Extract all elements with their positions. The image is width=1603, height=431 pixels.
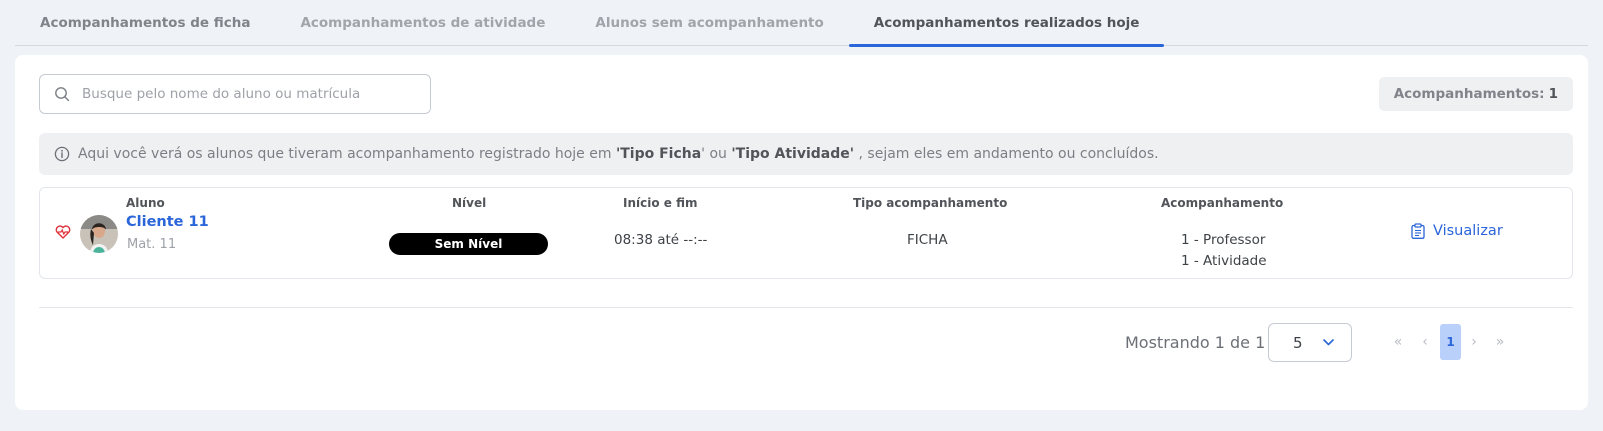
info-bold-ficha: Tipo Ficha xyxy=(620,146,702,162)
next-page-button[interactable]: › xyxy=(1466,324,1482,360)
info-banner: Aqui você verá os alunos que tiveram aco… xyxy=(39,133,1573,175)
table-row: Aluno Cliente 11 Mat. 11 Nível Sem Nível… xyxy=(39,187,1573,279)
student-name-link[interactable]: Cliente 11 xyxy=(126,214,209,230)
avatar xyxy=(80,215,118,253)
col-header-aluno: Aluno xyxy=(126,196,165,210)
tracking-type: FICHA xyxy=(907,232,948,248)
tab-bar: Acompanhamentos de ficha Acompanhamentos… xyxy=(15,0,1588,47)
count-label: Acompanhamentos: xyxy=(1393,86,1545,102)
info-text: Aqui você verá os alunos que tiveram aco… xyxy=(78,146,1159,162)
info-icon xyxy=(54,146,70,162)
clipboard-icon xyxy=(1411,223,1425,239)
info-prefix: Aqui você verá os alunos que tiveram aco… xyxy=(78,146,616,162)
view-button[interactable]: Visualizar xyxy=(1411,223,1503,239)
count-badge: Acompanhamentos: 1 xyxy=(1378,77,1573,111)
search-input[interactable] xyxy=(82,86,412,102)
heart-pulse-icon xyxy=(55,225,71,239)
search-icon xyxy=(55,87,70,102)
info-bold-atividade: Tipo Atividade xyxy=(735,146,850,162)
prev-page-button[interactable]: ‹ xyxy=(1417,324,1433,360)
col-header-nivel: Nível xyxy=(452,196,487,210)
tab-alunos-sem-acompanhamento[interactable]: Alunos sem acompanhamento xyxy=(570,0,848,46)
col-header-acompanhamento: Acompanhamento xyxy=(1161,196,1284,210)
col-header-tipo: Tipo acompanhamento xyxy=(853,196,1008,210)
main-card: Acompanhamentos: 1 Aqui você verá os alu… xyxy=(15,55,1588,410)
info-mid: ou xyxy=(705,146,732,162)
view-label: Visualizar xyxy=(1433,223,1503,239)
page-size-select[interactable]: 5 xyxy=(1268,323,1352,362)
count-value: 1 xyxy=(1548,86,1558,102)
tracking-activity: 1 - Atividade xyxy=(1181,253,1267,269)
student-registration: Mat. 11 xyxy=(127,237,177,252)
showing-text: Mostrando 1 de 1 xyxy=(1125,333,1266,352)
chevron-down-icon xyxy=(1323,339,1334,346)
search-box[interactable] xyxy=(39,74,431,114)
tab-acompanhamentos-atividade[interactable]: Acompanhamentos de atividade xyxy=(275,0,570,46)
info-suffix: , sejam eles em andamento ou concluídos. xyxy=(854,146,1159,162)
last-page-button[interactable]: » xyxy=(1490,324,1510,360)
col-header-inicio-fim: Início e fim xyxy=(623,196,698,210)
tab-acompanhamentos-hoje[interactable]: Acompanhamentos realizados hoje xyxy=(848,0,1165,47)
level-badge: Sem Nível xyxy=(389,233,548,255)
page-1-button[interactable]: 1 xyxy=(1440,324,1461,360)
start-end-time: 08:38 até --:-- xyxy=(614,232,708,248)
page-size-value: 5 xyxy=(1293,333,1303,352)
first-page-button[interactable]: « xyxy=(1388,324,1408,360)
tab-acompanhamentos-ficha[interactable]: Acompanhamentos de ficha xyxy=(15,0,275,46)
tracking-professor: 1 - Professor xyxy=(1181,232,1266,248)
divider xyxy=(39,307,1573,308)
